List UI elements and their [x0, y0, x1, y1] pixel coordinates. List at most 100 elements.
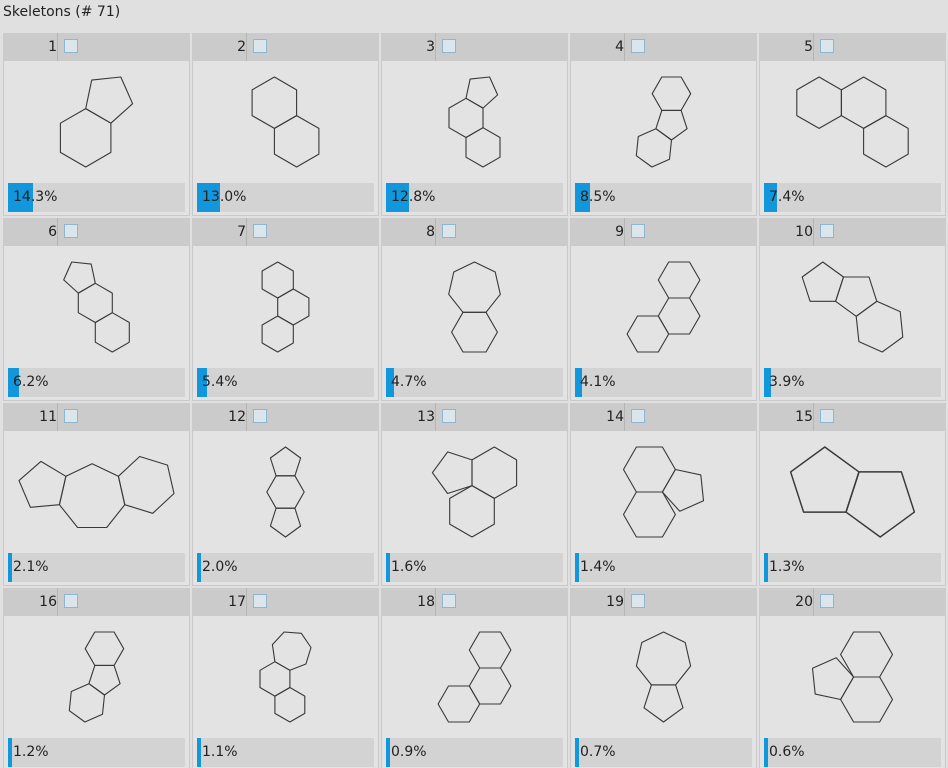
skeleton-structure-image	[192, 61, 379, 183]
frequency-bar-fill	[764, 738, 768, 767]
ring	[465, 76, 499, 109]
skeleton-structure-image	[381, 61, 568, 183]
skeleton-select-checkbox[interactable]	[631, 39, 645, 53]
skeleton-cell[interactable]: 4 8.5%	[570, 33, 757, 216]
skeleton-cell[interactable]: 5 7.4%	[759, 33, 946, 216]
ring	[468, 631, 512, 669]
skeleton-structure-image	[381, 616, 568, 738]
skeleton-select-checkbox[interactable]	[631, 409, 645, 423]
frequency-bar-fill	[8, 553, 12, 582]
skeleton-index: 1	[48, 39, 57, 55]
skeleton-select-checkbox[interactable]	[442, 594, 456, 608]
frequency-percent-label: 1.6%	[391, 559, 427, 575]
skeleton-cell[interactable]: 8 4.7%	[381, 218, 568, 401]
skeleton-cell-header: 1	[3, 33, 190, 61]
frequency-percent-label: 0.9%	[391, 744, 427, 760]
ring	[271, 631, 312, 671]
skeleton-select-checkbox[interactable]	[253, 224, 267, 238]
header-divider	[57, 33, 58, 61]
skeleton-structure-image	[3, 246, 190, 368]
skeleton-cell[interactable]: 9 4.1%	[570, 218, 757, 401]
header-divider	[624, 588, 625, 616]
skeleton-select-checkbox[interactable]	[64, 409, 78, 423]
frequency-bar-fill	[8, 738, 12, 767]
frequency-bar: 1.6%	[386, 553, 563, 582]
skeleton-select-checkbox[interactable]	[253, 594, 267, 608]
skeleton-cell[interactable]: 11 2.1%	[3, 403, 190, 586]
skeleton-cell[interactable]: 6 6.2%	[3, 218, 190, 401]
skeleton-select-checkbox[interactable]	[253, 409, 267, 423]
skeleton-select-checkbox[interactable]	[820, 409, 834, 423]
skeleton-structure-image	[570, 61, 757, 183]
skeleton-select-checkbox[interactable]	[442, 224, 456, 238]
skeleton-cell[interactable]: 2 13.0%	[192, 33, 379, 216]
skeleton-structure-image	[570, 246, 757, 368]
skeleton-cell-header: 4	[570, 33, 757, 61]
frequency-bar: 8.5%	[575, 183, 752, 212]
ring	[840, 676, 894, 723]
skeleton-select-checkbox[interactable]	[64, 39, 78, 53]
ring	[448, 97, 484, 139]
skeleton-select-checkbox[interactable]	[442, 39, 456, 53]
skeleton-cell[interactable]: 17 1.1%	[192, 588, 379, 768]
frequency-bar: 12.8%	[386, 183, 563, 212]
skeleton-cell[interactable]: 16 1.2%	[3, 588, 190, 768]
skeleton-select-checkbox[interactable]	[64, 594, 78, 608]
ring	[622, 446, 676, 493]
skeleton-cell-header: 11	[3, 403, 190, 431]
header-divider	[624, 403, 625, 431]
ring	[626, 315, 670, 353]
skeleton-cell[interactable]: 13 1.6%	[381, 403, 568, 586]
frequency-bar: 2.1%	[8, 553, 185, 582]
skeleton-cell[interactable]: 19 0.7%	[570, 588, 757, 768]
skeleton-cell[interactable]: 15 1.3%	[759, 403, 946, 586]
ring	[431, 451, 473, 495]
skeleton-select-checkbox[interactable]	[631, 594, 645, 608]
skeleton-select-checkbox[interactable]	[442, 409, 456, 423]
ring	[796, 76, 842, 129]
skeleton-select-checkbox[interactable]	[820, 39, 834, 53]
frequency-bar: 4.1%	[575, 368, 752, 397]
skeleton-cell-header: 14	[570, 403, 757, 431]
skeleton-select-checkbox[interactable]	[64, 224, 78, 238]
ring	[84, 631, 125, 666]
frequency-percent-label: 3.9%	[769, 374, 805, 390]
skeleton-cell[interactable]: 20 0.6%	[759, 588, 946, 768]
ring	[88, 664, 121, 696]
header-divider	[57, 403, 58, 431]
skeleton-cell[interactable]: 3 12.8%	[381, 33, 568, 216]
ring	[863, 115, 909, 168]
skeleton-index: 16	[39, 594, 57, 610]
ring	[449, 485, 495, 538]
ring	[451, 311, 498, 353]
skeleton-select-checkbox[interactable]	[820, 594, 834, 608]
skeleton-cell[interactable]: 18 0.9%	[381, 588, 568, 768]
ring	[622, 491, 676, 538]
skeleton-index: 13	[417, 409, 435, 425]
skeleton-cell[interactable]: 7 5.4%	[192, 218, 379, 401]
skeleton-cell[interactable]: 12 2.0%	[192, 403, 379, 586]
ring	[59, 108, 112, 168]
skeleton-select-checkbox[interactable]	[631, 224, 645, 238]
ring	[437, 685, 481, 723]
header-divider	[624, 218, 625, 246]
skeleton-index: 19	[606, 594, 624, 610]
skeleton-structure-image	[381, 246, 568, 368]
ring	[77, 282, 113, 324]
ring	[643, 684, 684, 723]
header-divider	[813, 218, 814, 246]
skeleton-cell[interactable]: 10 3.9%	[759, 218, 946, 401]
skeleton-select-checkbox[interactable]	[820, 224, 834, 238]
skeleton-cell[interactable]: 1 14.3%	[3, 33, 190, 216]
skeleton-select-checkbox[interactable]	[253, 39, 267, 53]
ring	[18, 460, 67, 508]
ring	[68, 683, 106, 723]
skeleton-index: 4	[615, 39, 624, 55]
frequency-bar: 1.2%	[8, 738, 185, 767]
ring	[269, 446, 302, 477]
skeleton-cell[interactable]: 14 1.4%	[570, 403, 757, 586]
frequency-bar-fill	[197, 738, 201, 767]
frequency-percent-label: 12.8%	[391, 189, 436, 205]
frequency-bar-fill	[197, 553, 201, 582]
frequency-bar: 0.9%	[386, 738, 563, 767]
